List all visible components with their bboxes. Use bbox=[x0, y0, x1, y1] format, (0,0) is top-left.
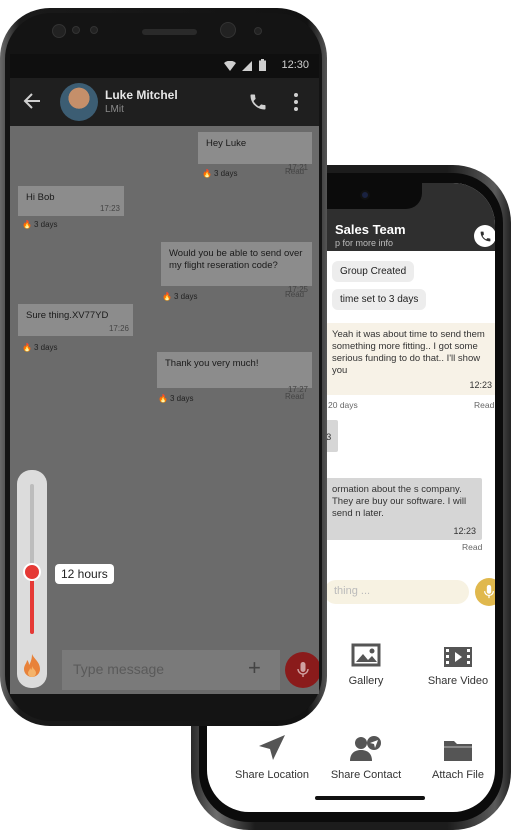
message-bubble-in[interactable]: Sure thing.XV77YD 17:26 bbox=[18, 304, 133, 336]
expiry-indicator: 🔥 3 days bbox=[22, 343, 58, 352]
message-text: Thank you very much! bbox=[165, 358, 259, 369]
message-text: Hi Bob bbox=[26, 192, 55, 203]
flame-icon bbox=[24, 654, 40, 677]
message-bubble-out[interactable]: Hey Luke 17:21 bbox=[198, 132, 312, 172]
front-phone-screen: 12:30 Luke Mitchel LMit Hey Luke 17:21 R… bbox=[10, 54, 319, 694]
self-destruct-slider[interactable] bbox=[17, 470, 47, 688]
contact-username: LMit bbox=[105, 104, 124, 115]
mic-button[interactable] bbox=[285, 652, 319, 688]
sensor-icon bbox=[90, 26, 98, 34]
message-text: ormation about the s company. They are b… bbox=[332, 484, 467, 519]
fire-icon: 🔥 bbox=[162, 292, 172, 301]
signal-icon bbox=[242, 61, 252, 71]
call-button[interactable] bbox=[474, 225, 495, 247]
front-camera bbox=[360, 190, 370, 200]
expiry-text: 3 days bbox=[33, 220, 58, 229]
microphone-icon bbox=[297, 662, 309, 677]
message-bubble-in[interactable]: Hi Bob 17:23 bbox=[18, 186, 124, 216]
message-status: Read bbox=[285, 392, 305, 401]
message-time: 12:23 bbox=[453, 526, 476, 536]
folder-icon bbox=[444, 741, 472, 761]
expiry-text: 3 days bbox=[213, 169, 238, 178]
expiry-text: 3 days bbox=[33, 343, 58, 352]
message-status: Read bbox=[285, 167, 305, 176]
message-input-placeholder: Type message bbox=[73, 661, 165, 677]
message-status: Read bbox=[474, 400, 495, 410]
fire-icon: 🔥 bbox=[22, 220, 32, 229]
duration-label: 12 hours bbox=[55, 564, 114, 584]
back-arrow-icon[interactable] bbox=[23, 92, 41, 110]
message-time: 17:26 bbox=[108, 324, 129, 333]
video-icon bbox=[444, 647, 472, 667]
system-pill-timer: time set to 3 days bbox=[332, 289, 427, 310]
message-text: Would you be able to send over my flight… bbox=[169, 248, 303, 271]
expiry-text: 3 days bbox=[169, 394, 194, 403]
message-bubble[interactable]: ormation about the s company. They are b… bbox=[324, 478, 482, 540]
mic-button[interactable] bbox=[475, 578, 495, 606]
earpiece-speaker bbox=[142, 29, 197, 35]
contact-name[interactable]: Luke Mitchel bbox=[105, 88, 178, 102]
message-input[interactable]: thing ... bbox=[324, 580, 469, 604]
status-time: 12:30 bbox=[281, 59, 309, 71]
add-attachment-icon[interactable]: + bbox=[248, 655, 261, 681]
phone-icon[interactable] bbox=[248, 92, 268, 112]
message-bubble-out[interactable]: Would you be able to send over my flight… bbox=[161, 242, 312, 294]
group-title[interactable]: Sales Team bbox=[335, 222, 406, 237]
attach-file[interactable]: Attach File bbox=[403, 727, 495, 781]
slider-knob[interactable] bbox=[23, 563, 41, 581]
attach-video-label: Share Video bbox=[427, 675, 489, 687]
system-pill-group-created: Group Created bbox=[332, 261, 415, 282]
more-options-icon[interactable] bbox=[293, 92, 299, 112]
gallery-icon bbox=[351, 643, 381, 667]
expiry-indicator: 🔥 3 days bbox=[202, 169, 238, 178]
message-time: 17:23 bbox=[99, 204, 120, 213]
message-input[interactable]: Type message + bbox=[62, 650, 280, 690]
attach-video[interactable]: Share Video bbox=[403, 633, 495, 687]
expiry-indicator: 🔥 3 days bbox=[158, 394, 194, 403]
message-expiry: 20 days bbox=[328, 400, 358, 410]
message-time: 12:23 bbox=[469, 380, 492, 390]
phone-icon bbox=[480, 231, 490, 241]
message-bubble-out[interactable]: Thank you very much! 17:27 bbox=[157, 352, 312, 394]
avatar[interactable] bbox=[60, 83, 98, 121]
microphone-icon bbox=[484, 585, 494, 599]
home-indicator[interactable] bbox=[315, 796, 425, 800]
location-icon bbox=[259, 735, 285, 760]
message-status: Read bbox=[285, 290, 305, 299]
message-text: Sure thing.XV77YD bbox=[26, 310, 109, 321]
front-phone-frame: 12:30 Luke Mitchel LMit Hey Luke 17:21 R… bbox=[0, 8, 327, 726]
fire-icon: 🔥 bbox=[22, 343, 32, 352]
message-bubble[interactable]: Yeah it was about time to send them some… bbox=[324, 323, 495, 395]
battery-icon bbox=[259, 59, 266, 71]
sensor-icon bbox=[254, 27, 262, 35]
sensor-icon bbox=[72, 26, 80, 34]
fire-icon: 🔥 bbox=[202, 169, 212, 178]
group-subtitle[interactable]: p for more info bbox=[335, 238, 393, 248]
status-bar: 12:30 bbox=[10, 54, 319, 78]
camera-icon bbox=[220, 22, 236, 38]
expiry-text: 3 days bbox=[173, 292, 198, 301]
contact-icon bbox=[350, 736, 381, 761]
sensor-icon bbox=[52, 24, 66, 38]
message-text: Hey Luke bbox=[206, 138, 247, 149]
wifi-icon bbox=[224, 61, 236, 71]
expiry-indicator: 🔥 3 days bbox=[22, 220, 58, 229]
attach-file-label: Attach File bbox=[432, 769, 484, 781]
front-phone-sensors bbox=[0, 8, 327, 52]
chat-header: Luke Mitchel LMit bbox=[10, 78, 319, 126]
fire-icon: 🔥 bbox=[158, 394, 168, 403]
expiry-indicator: 🔥 3 days bbox=[162, 292, 198, 301]
message-text: Yeah it was about time to send them some… bbox=[332, 329, 485, 376]
message-status: Read bbox=[462, 542, 483, 552]
